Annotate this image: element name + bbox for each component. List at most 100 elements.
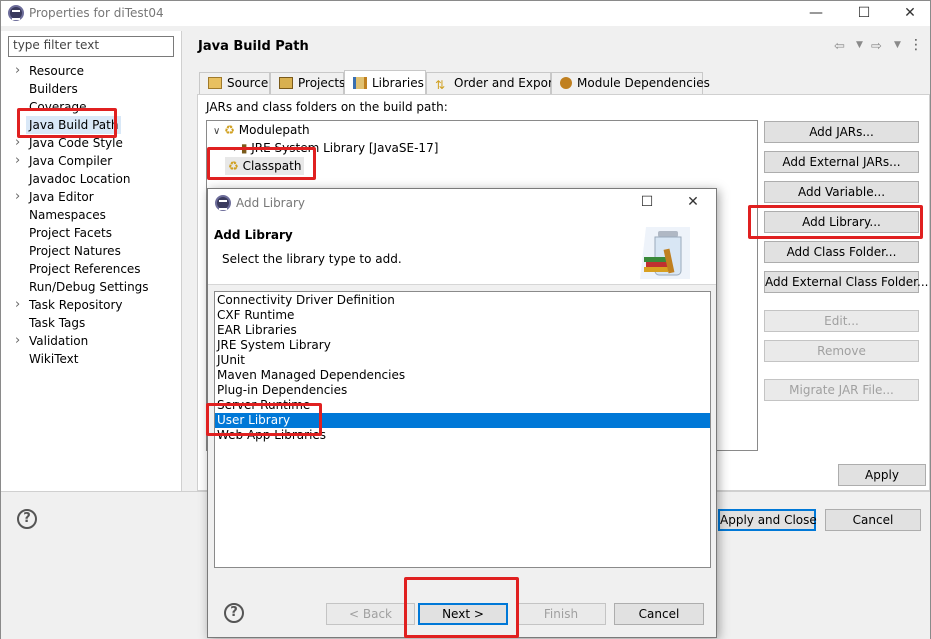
add-external-class-folder-button[interactable]: Add External Class Folder...	[764, 271, 928, 293]
libraries-icon	[353, 77, 367, 89]
tab-order-export[interactable]: ⇅ Order and Export	[426, 72, 558, 94]
tab-projects[interactable]: Projects	[270, 72, 345, 94]
tree-item[interactable]: Namespaces	[29, 206, 106, 224]
tree-item[interactable]: Task Tags	[29, 314, 85, 332]
highlight-user-library	[206, 403, 322, 436]
source-folder-icon	[208, 77, 222, 89]
edit-button[interactable]: Edit...	[764, 310, 919, 332]
finish-button[interactable]: Finish	[516, 603, 606, 625]
window-title: Properties for diTest04	[29, 6, 164, 20]
expand-chevron-icon: ∨	[213, 126, 221, 137]
tree-item-label: Builders	[29, 82, 78, 96]
dialog-header: Add Library Select the library type to a…	[208, 217, 716, 285]
eclipse-app-icon	[8, 5, 24, 21]
jars-label: JARs and class folders on the build path…	[206, 100, 448, 114]
maximize-icon[interactable]: ☐	[852, 3, 876, 23]
forward-arrow-icon[interactable]: ⇨	[871, 39, 882, 54]
order-export-icon: ⇅	[435, 78, 446, 92]
apply-and-close-button[interactable]: Apply and Close	[718, 509, 817, 531]
tree-item[interactable]: Project Facets	[29, 224, 112, 242]
library-jar-icon	[640, 227, 690, 279]
list-item[interactable]: Connectivity Driver Definition	[215, 293, 710, 308]
projects-folder-icon	[279, 77, 293, 89]
highlight-next	[404, 577, 519, 638]
tree-item-modulepath[interactable]: ∨ ♻ Modulepath	[213, 121, 310, 139]
properties-window: Properties for diTest04 — ☐ ✕ type filte…	[0, 0, 931, 639]
back-arrow-icon[interactable]: ⇦	[834, 39, 845, 54]
view-menu-icon[interactable]: ⋮	[909, 37, 923, 53]
highlight-add-library	[748, 205, 923, 239]
list-item[interactable]: Plug-in Dependencies	[215, 383, 710, 398]
tree-item-label: Namespaces	[29, 208, 106, 222]
dialog-maximize-icon[interactable]: ☐	[635, 192, 659, 212]
tree-item-label: Run/Debug Settings	[29, 280, 149, 294]
expand-chevron-icon[interactable]: ›	[15, 296, 20, 314]
tree-item[interactable]: › Java Editor	[15, 188, 94, 206]
tree-item[interactable]: › Validation	[15, 332, 89, 350]
minimize-icon[interactable]: —	[804, 3, 828, 23]
classpath-container-icon: ♻	[224, 123, 235, 137]
close-icon[interactable]: ✕	[898, 3, 922, 23]
tree-item[interactable]: › Java Compiler	[15, 152, 113, 170]
tree-item[interactable]: Project References	[29, 260, 141, 278]
add-variable-button[interactable]: Add Variable...	[764, 181, 919, 203]
module-icon	[560, 77, 572, 89]
add-jars-button[interactable]: Add JARs...	[764, 121, 919, 143]
tree-item-label: Project Facets	[29, 226, 112, 240]
tree-item[interactable]: Javadoc Location	[29, 170, 130, 188]
page-title: Java Build Path	[198, 39, 309, 54]
tree-item-label: Project References	[29, 262, 141, 276]
dialog-titlebar: Add Library ☐ ✕	[208, 189, 716, 217]
tree-item-label: Project Natures	[29, 244, 121, 258]
add-class-folder-button[interactable]: Add Class Folder...	[764, 241, 919, 263]
list-item[interactable]: CXF Runtime	[215, 308, 710, 323]
window-titlebar: Properties for diTest04 — ☐ ✕	[1, 1, 930, 26]
back-dropdown-icon[interactable]: ▼	[856, 40, 863, 50]
tab-module-dependencies[interactable]: Module Dependencies	[551, 72, 710, 94]
add-external-jars-button[interactable]: Add External JARs...	[764, 151, 919, 173]
tree-item[interactable]: Project Natures	[29, 242, 121, 260]
list-item[interactable]: JUnit	[215, 353, 710, 368]
list-item[interactable]: EAR Libraries	[215, 323, 710, 338]
tree-item-label: Task Repository	[29, 298, 123, 312]
migrate-jar-button[interactable]: Migrate JAR File...	[764, 379, 919, 401]
dialog-cancel-button[interactable]: Cancel	[614, 603, 704, 625]
tab-source[interactable]: Source	[199, 72, 270, 94]
tree-item[interactable]: › Resource	[15, 62, 85, 80]
list-item[interactable]: Maven Managed Dependencies	[215, 368, 710, 383]
tree-item-label: Resource	[29, 64, 85, 78]
dialog-help-icon[interactable]: ?	[224, 603, 244, 623]
eclipse-app-icon	[215, 195, 231, 211]
apply-button[interactable]: Apply	[838, 464, 926, 486]
tree-item[interactable]: Run/Debug Settings	[29, 278, 149, 296]
dialog-close-icon[interactable]: ✕	[681, 192, 705, 212]
back-button[interactable]: < Back	[326, 603, 415, 625]
tree-item-label: Task Tags	[29, 316, 86, 330]
tree-item[interactable]: › Task Repository	[15, 296, 123, 314]
tree-item[interactable]: Builders	[29, 80, 78, 98]
dialog-subtitle: Select the library type to add.	[222, 252, 402, 266]
highlight-java-build-path	[17, 108, 117, 138]
help-icon[interactable]: ?	[17, 509, 37, 529]
dialog-heading: Add Library	[214, 228, 293, 242]
expand-chevron-icon[interactable]: ›	[15, 188, 20, 206]
cancel-button[interactable]: Cancel	[825, 509, 921, 531]
forward-dropdown-icon[interactable]: ▼	[894, 40, 901, 50]
expand-chevron-icon[interactable]: ›	[15, 332, 20, 350]
dialog-title: Add Library	[236, 196, 306, 210]
tree-item-label: WikiText	[29, 352, 79, 366]
expand-chevron-icon[interactable]: ›	[15, 152, 20, 170]
tree-item-label: Validation	[29, 334, 89, 348]
list-item[interactable]: JRE System Library	[215, 338, 710, 353]
tree-item-label: Java Editor	[29, 190, 94, 204]
remove-button[interactable]: Remove	[764, 340, 919, 362]
tree-item-label: Java Compiler	[29, 154, 113, 168]
highlight-classpath	[207, 147, 316, 180]
filter-input[interactable]: type filter text	[8, 36, 174, 57]
tree-item-label: Javadoc Location	[29, 172, 131, 186]
tree-item[interactable]: WikiText	[29, 350, 79, 368]
tree-item-label: Java Code Style	[29, 136, 123, 150]
expand-chevron-icon[interactable]: ›	[15, 62, 20, 80]
tab-libraries[interactable]: Libraries	[344, 70, 426, 94]
add-library-dialog: Add Library ☐ ✕ Add Library Select the l…	[206, 188, 717, 638]
